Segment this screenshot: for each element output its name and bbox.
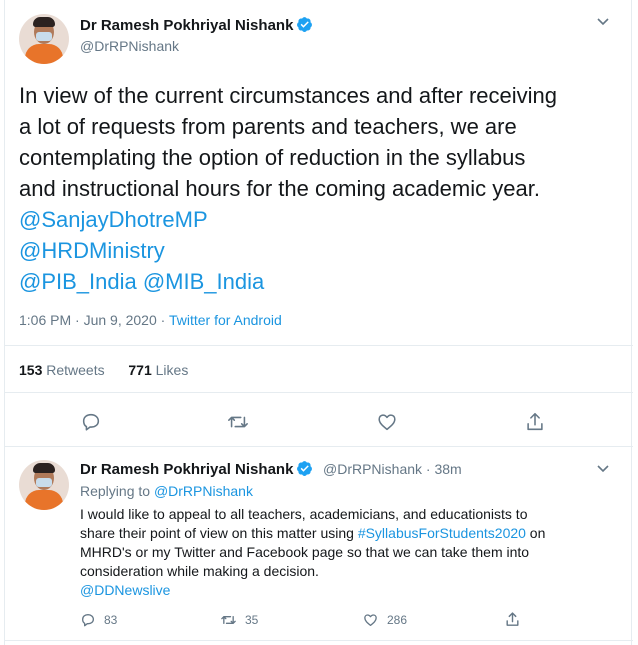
tweet-text-line: a lot of requests from parents and teach…	[19, 114, 517, 139]
divider	[5, 345, 633, 346]
retweet-count: 35	[245, 613, 259, 627]
divider	[5, 640, 633, 641]
reply-text-line: MHRD's or my Twitter and Facebook page s…	[80, 544, 530, 560]
likes-count[interactable]: 771	[128, 362, 151, 378]
like-count: 286	[387, 613, 408, 627]
mention-link[interactable]: @HRDMinistry	[19, 235, 619, 266]
hashtag-link[interactable]: #SyllabusForStudents2020	[358, 525, 526, 541]
reply-text-segment: on	[525, 525, 546, 541]
like-action[interactable]: 286	[362, 612, 407, 628]
share-icon[interactable]	[504, 611, 521, 628]
like-icon[interactable]	[362, 612, 379, 628]
tweet-text-line: In view of the current circumstances and…	[19, 83, 558, 108]
tweet-text: In view of the current circumstances and…	[19, 80, 619, 297]
replying-to-link[interactable]: @DrRPNishank	[154, 483, 253, 499]
verified-badge-icon	[297, 461, 313, 476]
reply-handle-time[interactable]: @DrRPNishank · 38m	[323, 461, 462, 477]
tweet-source[interactable]: Twitter for Android	[169, 312, 282, 328]
reply-count: 83	[104, 613, 118, 627]
reply-author-avatar[interactable]	[19, 460, 69, 510]
reply-author-name-text[interactable]: Dr Ramesh Pokhriyal Nishank	[80, 461, 293, 478]
tweet-stats: 153 Retweets 771 Likes	[19, 362, 188, 378]
tweet-time[interactable]: 1:06 PM · Jun 9, 2020 ·	[19, 312, 169, 328]
tweet-text-line: contemplating the option of reduction in…	[19, 145, 526, 170]
reply-text-line: consideration while making a decision.	[80, 563, 319, 579]
reply-tweet-text: I would like to appeal to all teachers, …	[80, 505, 620, 600]
reply-icon[interactable]	[80, 612, 96, 628]
reply-icon[interactable]	[80, 411, 102, 433]
mention-link[interactable]: @PIB_India @MIB_India	[19, 266, 619, 297]
mention-link[interactable]: @DDNewslive	[80, 581, 620, 600]
reply-text-line: share their point of view on this matter…	[80, 524, 620, 543]
replying-to: Replying to @DrRPNishank	[80, 483, 253, 499]
retweet-action[interactable]: 35	[220, 612, 258, 628]
like-icon[interactable]	[376, 411, 398, 433]
replying-to-label: Replying to	[80, 483, 154, 499]
reply-author-name[interactable]: Dr Ramesh Pokhriyal Nishank	[80, 460, 313, 478]
reply-action[interactable]: 83	[80, 612, 117, 628]
mention-link[interactable]: @SanjayDhotreMP	[19, 204, 619, 235]
chevron-down-icon[interactable]	[596, 463, 610, 473]
retweets-label[interactable]: Retweets	[46, 362, 104, 378]
retweet-icon[interactable]	[227, 411, 249, 433]
retweets-count[interactable]: 153	[19, 362, 42, 378]
share-icon[interactable]	[524, 411, 546, 433]
retweet-icon[interactable]	[220, 612, 237, 628]
chevron-down-icon[interactable]	[596, 16, 610, 26]
likes-label[interactable]: Likes	[156, 362, 189, 378]
reply-text-line: I would like to appeal to all teachers, …	[80, 506, 528, 522]
divider	[5, 392, 633, 393]
verified-badge-icon	[297, 17, 313, 32]
tweet-timestamp: 1:06 PM · Jun 9, 2020 · Twitter for Andr…	[19, 312, 282, 328]
author-name-text[interactable]: Dr Ramesh Pokhriyal Nishank	[80, 17, 293, 34]
author-handle[interactable]: @DrRPNishank	[80, 38, 179, 54]
author-name[interactable]: Dr Ramesh Pokhriyal Nishank	[80, 16, 313, 34]
tweet-text-line: and instructional hours for the coming a…	[19, 176, 540, 201]
author-avatar[interactable]	[19, 14, 69, 64]
reply-text-segment: share their point of view on this matter…	[80, 525, 358, 541]
divider	[5, 446, 633, 447]
